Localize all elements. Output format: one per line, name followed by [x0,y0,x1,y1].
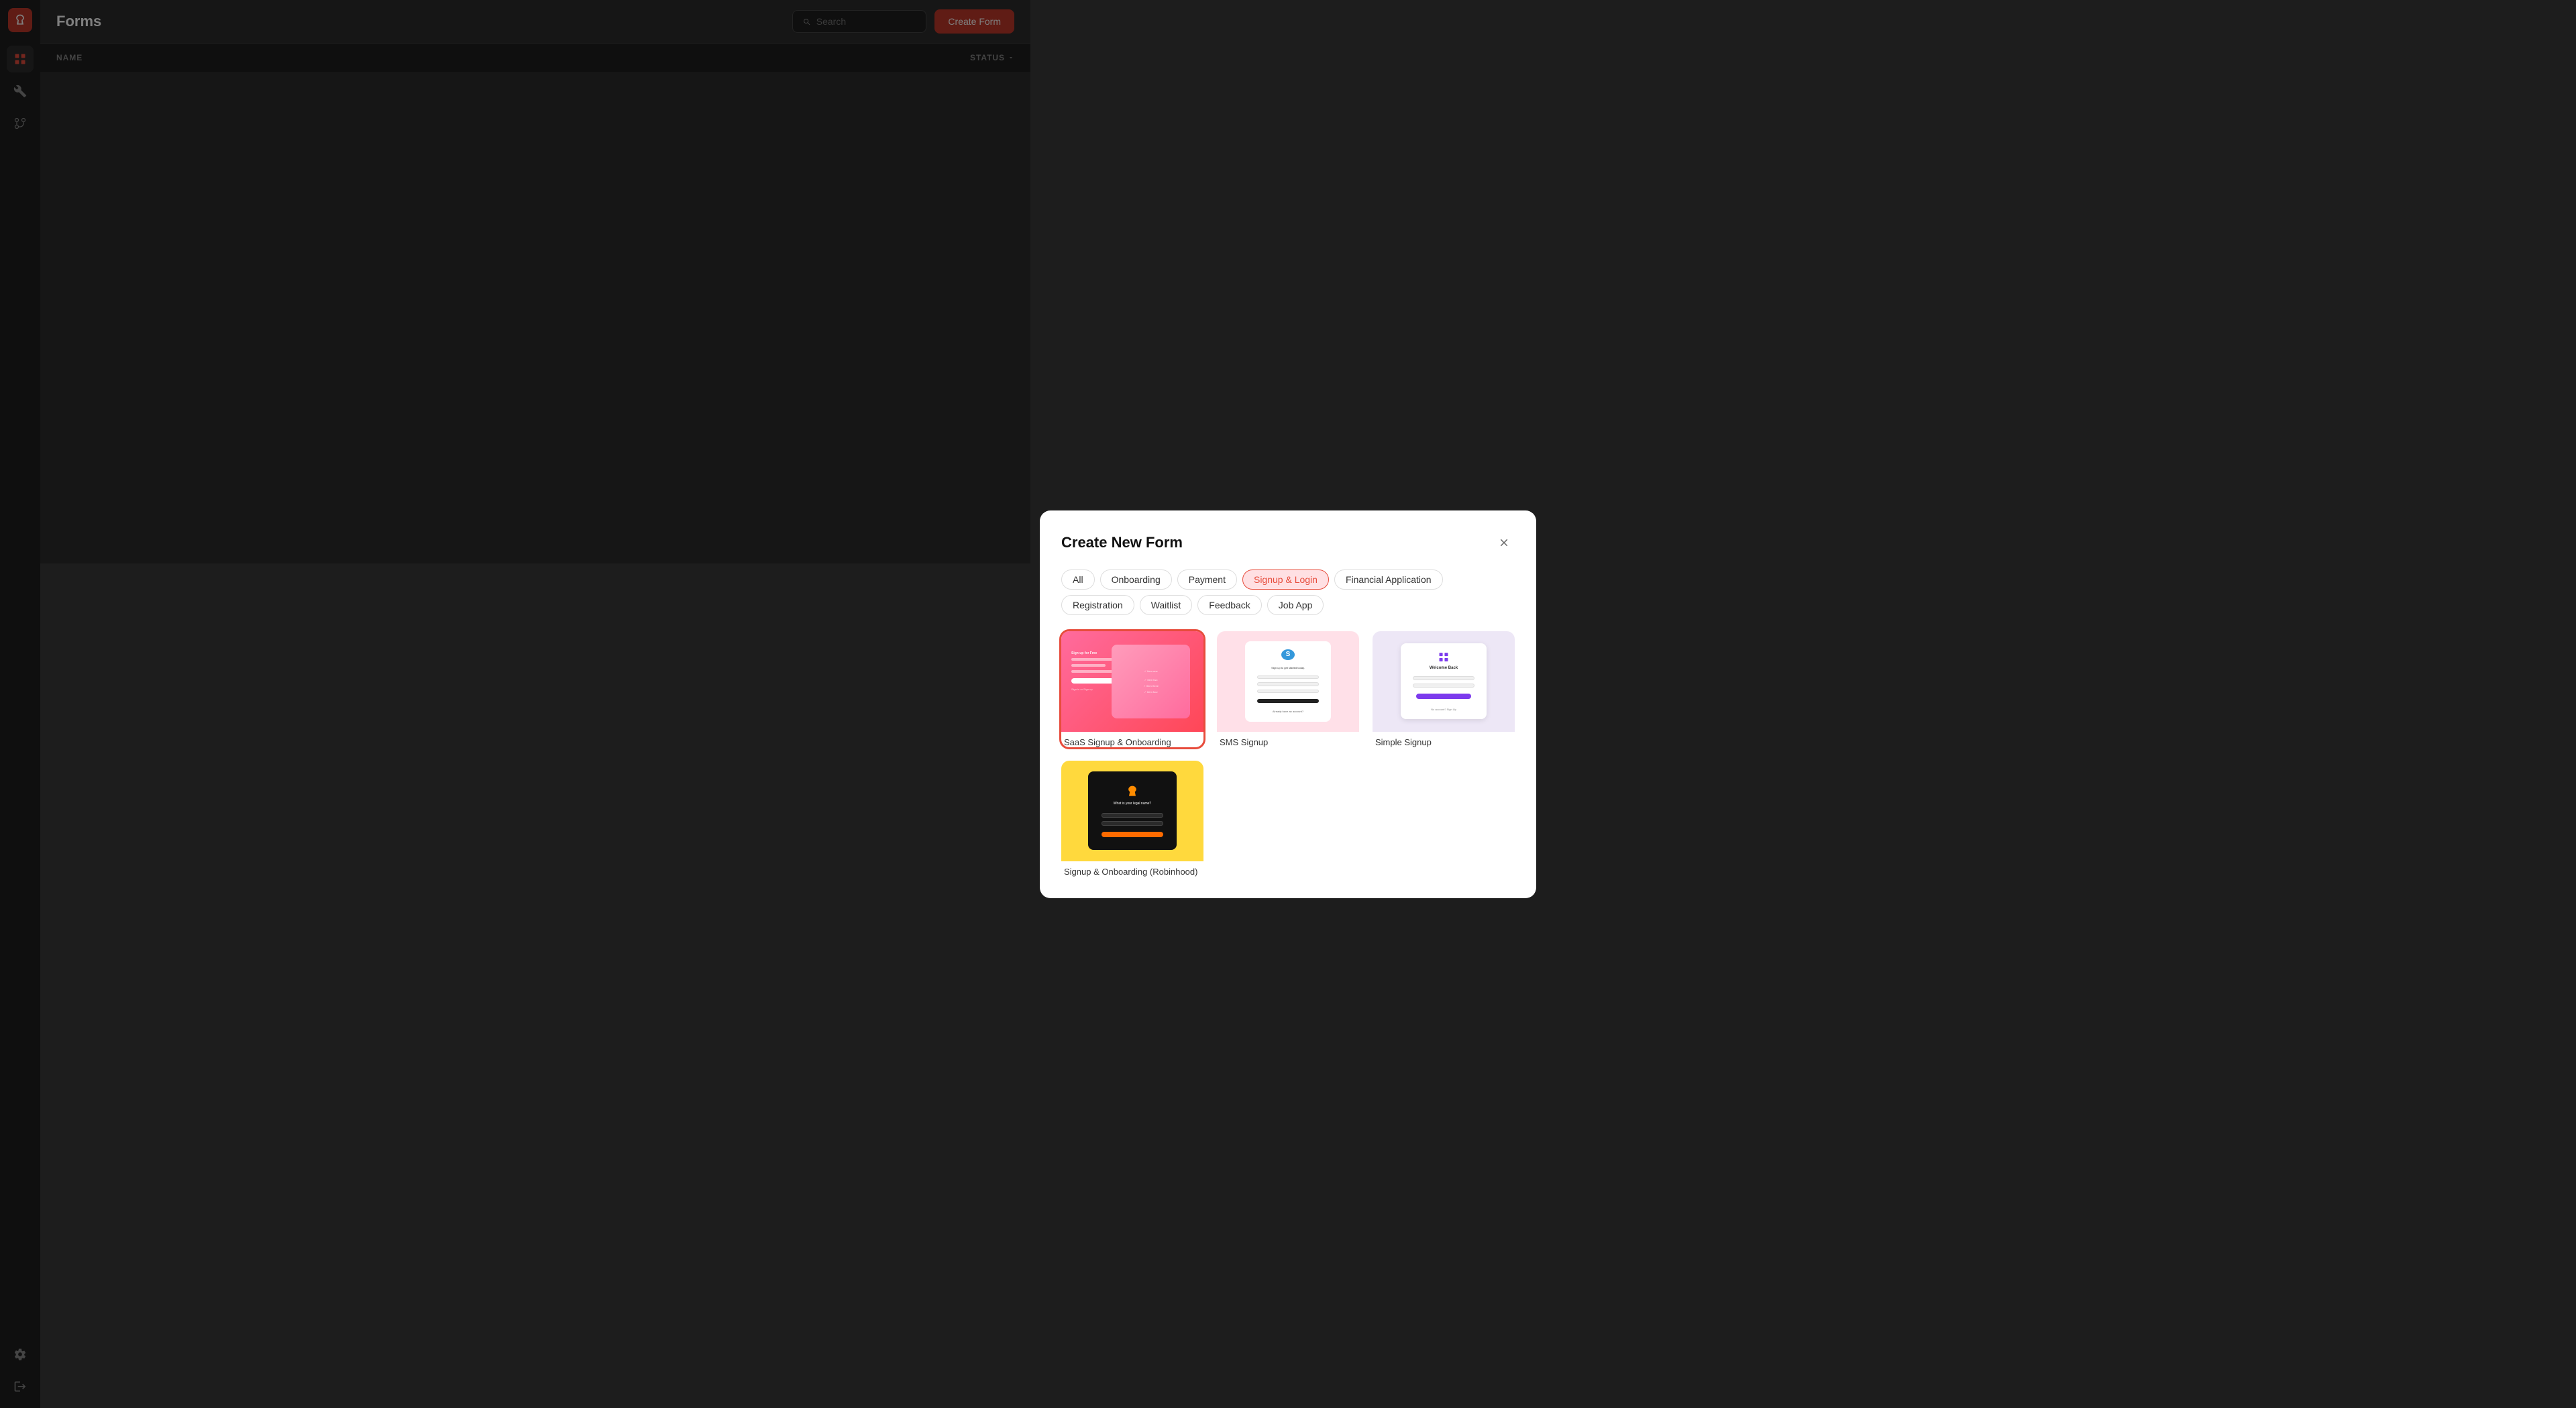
template-saas[interactable]: Sign up for Free Sign in or Sign up ✓ It… [1061,631,1203,747]
category-filters: All Onboarding Payment Signup & Login Fi… [1061,570,1515,615]
modal-close-button[interactable] [1493,532,1515,553]
filter-financial[interactable]: Financial Application [1334,570,1443,590]
template-saas-preview: Sign up for Free Sign in or Sign up ✓ It… [1061,631,1203,732]
sms-logo: S [1281,649,1295,661]
close-icon [1498,537,1510,549]
template-saas-label: SaaS Signup & Onboarding [1061,732,1203,747]
template-sms-label: SMS Signup [1217,732,1359,747]
filter-registration[interactable]: Registration [1061,595,1134,615]
template-robinhood[interactable]: What is your legal name? Signup & Onboar… [1061,761,1203,877]
template-robinhood-preview: What is your legal name? [1061,761,1203,861]
template-robinhood-label: Signup & Onboarding (Robinhood) [1061,861,1203,877]
filter-job-app[interactable]: Job App [1267,595,1324,615]
filter-payment[interactable]: Payment [1177,570,1237,590]
template-sms-preview: S Sign up to get started today. Already … [1217,631,1359,732]
create-form-modal: Create New Form All Onboarding Payment S… [1040,510,1536,898]
modal-header: Create New Form [1061,532,1515,553]
grid-logo-icon [1438,651,1450,663]
filter-all[interactable]: All [1061,570,1095,590]
filter-feedback[interactable]: Feedback [1197,595,1261,615]
filter-waitlist[interactable]: Waitlist [1140,595,1193,615]
modal-title: Create New Form [1061,534,1183,551]
robinhood-logo-icon [1126,785,1139,798]
templates-grid: Sign up for Free Sign in or Sign up ✓ It… [1061,631,1515,877]
template-simple-label: Simple Signup [1373,732,1515,747]
template-simple[interactable]: Welcome Back No account? Sign Up Simple … [1373,631,1515,747]
filter-onboarding[interactable]: Onboarding [1100,570,1172,590]
template-simple-preview: Welcome Back No account? Sign Up [1373,631,1515,732]
filter-signup-login[interactable]: Signup & Login [1242,570,1329,590]
modal-overlay[interactable]: Create New Form All Onboarding Payment S… [0,0,2576,1408]
template-sms[interactable]: S Sign up to get started today. Already … [1217,631,1359,747]
